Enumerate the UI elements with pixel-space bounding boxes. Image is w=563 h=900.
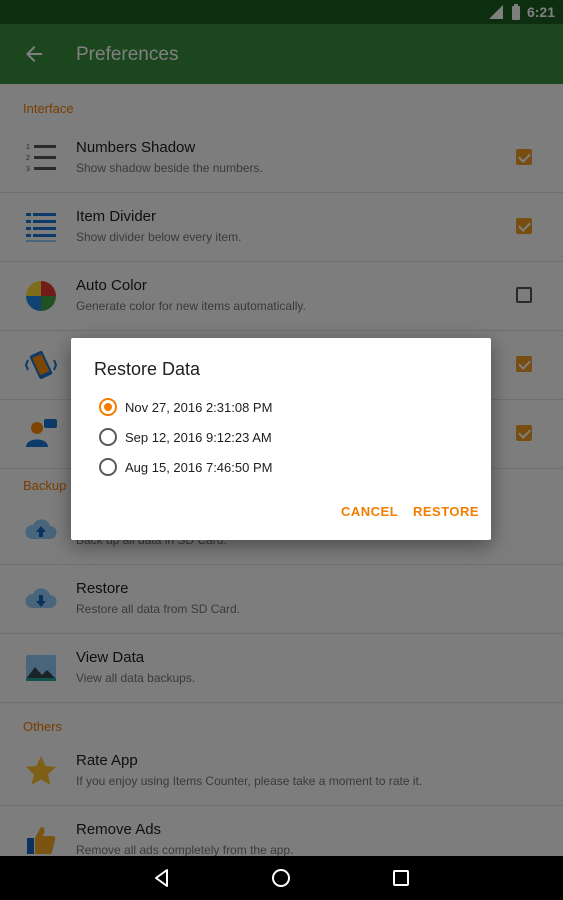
option-label: Sep 12, 2016 9:12:23 AM <box>125 429 272 445</box>
restore-data-dialog: Restore Data Nov 27, 2016 2:31:08 PM Sep… <box>71 338 491 540</box>
nav-back-icon[interactable] <box>152 868 172 888</box>
option-label: Aug 15, 2016 7:46:50 PM <box>125 459 273 475</box>
nav-recents-icon[interactable] <box>392 869 410 887</box>
option-label: Nov 27, 2016 2:31:08 PM <box>125 399 273 415</box>
radio-button[interactable] <box>99 428 117 446</box>
nav-home-icon[interactable] <box>271 868 291 888</box>
radio-button[interactable] <box>99 458 117 476</box>
restore-button[interactable]: RESTORE <box>413 504 479 519</box>
backup-option[interactable]: Nov 27, 2016 2:31:08 PM <box>99 395 272 419</box>
radio-button[interactable] <box>99 398 117 416</box>
dialog-title: Restore Data <box>94 359 201 379</box>
backup-option[interactable]: Sep 12, 2016 9:12:23 AM <box>99 425 272 449</box>
navigation-bar <box>0 856 563 900</box>
cancel-button[interactable]: CANCEL <box>341 504 398 519</box>
backup-option[interactable]: Aug 15, 2016 7:46:50 PM <box>99 455 272 479</box>
